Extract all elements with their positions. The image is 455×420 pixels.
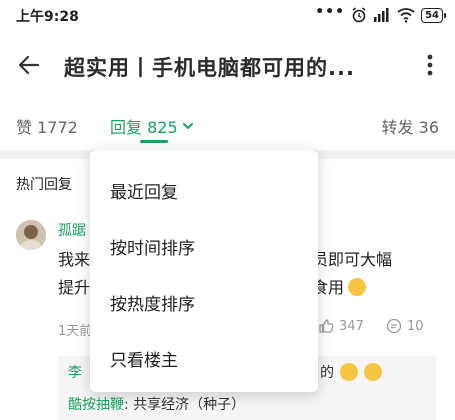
avatar[interactable] bbox=[16, 220, 46, 250]
tab-bar: 赞 1772 回复 825 转发 36 bbox=[0, 106, 455, 144]
cell-signal-icon bbox=[374, 8, 389, 22]
sort-dropdown-menu: 最近回复 按时间排序 按热度排序 只看楼主 bbox=[90, 150, 318, 392]
chevron-down-icon bbox=[182, 123, 193, 129]
status-bar: 上午9:28 ••• 54 bbox=[0, 0, 455, 30]
emoji-icon bbox=[340, 363, 358, 381]
tab-likes[interactable]: 赞 1772 bbox=[16, 114, 78, 138]
thumbs-up-icon bbox=[319, 319, 334, 333]
menu-item-latest[interactable]: 最近回复 bbox=[110, 178, 178, 203]
more-notifications-icon: ••• bbox=[315, 4, 346, 20]
page-title: 超实用丨手机电脑都可用的... bbox=[64, 56, 355, 80]
more-options-button[interactable] bbox=[419, 50, 441, 80]
tab-replies[interactable]: 回复 825 bbox=[110, 114, 194, 138]
more-vertical-icon bbox=[427, 54, 433, 76]
subreply-line-2: 酷按抽鞭: 共享经济（种子） bbox=[68, 394, 245, 414]
subreply-text-1-end: 的 bbox=[320, 365, 334, 381]
tab-reposts[interactable]: 转发 36 bbox=[382, 114, 439, 138]
like-count: 347 bbox=[339, 318, 364, 334]
back-arrow-icon bbox=[18, 55, 40, 75]
emoji-icon bbox=[364, 363, 382, 381]
menu-item-author-only[interactable]: 只看楼主 bbox=[110, 346, 178, 371]
reply-count: 10 bbox=[407, 318, 424, 334]
subreply-text-1-tail: 的 bbox=[320, 362, 382, 382]
comment-author[interactable]: 孤踞 bbox=[58, 220, 86, 240]
menu-item-sort-by-popularity[interactable]: 按热度排序 bbox=[110, 290, 195, 315]
active-tab-indicator bbox=[140, 140, 168, 143]
status-icons: ••• 54 bbox=[315, 4, 446, 24]
header: 超实用丨手机电脑都可用的... bbox=[0, 38, 455, 94]
hot-replies-heading: 热门回复 bbox=[16, 177, 72, 193]
comment-line-2-start: 提升 bbox=[58, 278, 91, 297]
menu-item-sort-by-time[interactable]: 按时间排序 bbox=[110, 234, 195, 259]
emoji-icon bbox=[348, 278, 367, 296]
tab-replies-label: 回复 825 bbox=[110, 118, 178, 137]
reply-button[interactable]: 10 bbox=[386, 318, 424, 334]
like-button[interactable]: 347 bbox=[318, 318, 364, 334]
alarm-icon bbox=[352, 7, 366, 23]
comment-line-1-start: 我来 bbox=[58, 250, 91, 269]
comment-time: 1天前 bbox=[58, 324, 93, 339]
subreply-user-1[interactable]: 李 bbox=[68, 362, 82, 382]
wifi-icon bbox=[397, 8, 415, 23]
back-button[interactable] bbox=[14, 50, 44, 80]
subreply-text-2: : 共享经济（种子） bbox=[124, 397, 246, 413]
avatar-image bbox=[16, 220, 46, 250]
subreply-user-2[interactable]: 酷按抽鞭 bbox=[68, 397, 124, 413]
status-time: 上午9:28 bbox=[16, 9, 79, 25]
battery-indicator: 54 bbox=[421, 7, 446, 23]
comment-bubble-icon bbox=[386, 318, 402, 334]
